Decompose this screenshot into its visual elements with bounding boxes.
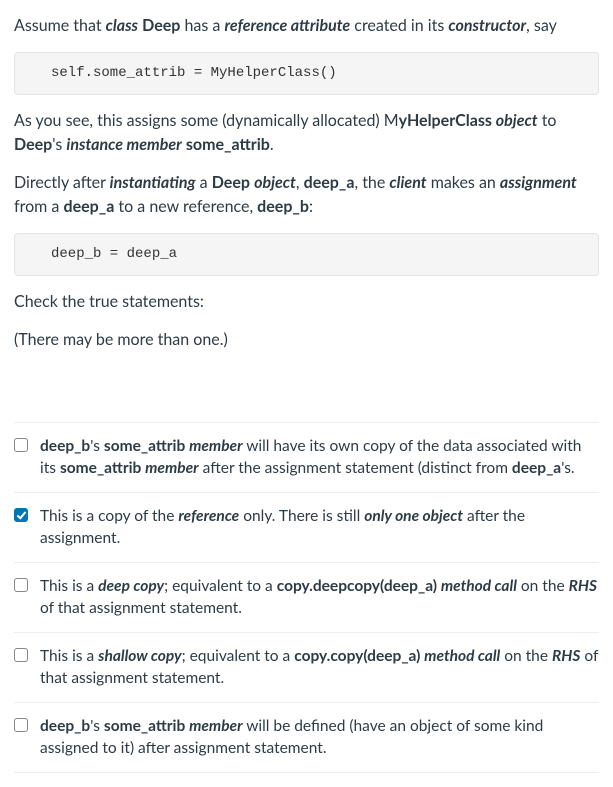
option-row[interactable]: This is a copy of the reference only. Th…	[14, 493, 599, 563]
para-2: As you see, this assigns some (dynamical…	[14, 109, 599, 157]
option-text: This is a deep copy; equivalent to a cop…	[40, 575, 599, 620]
option-row[interactable]: deep_b's some_attrib member will be defi…	[14, 703, 599, 773]
options-list: deep_b's some_attrib member will have it…	[14, 422, 599, 773]
checkbox-icon[interactable]	[14, 438, 28, 452]
option-text: This is a shallow copy; equivalent to a …	[40, 645, 599, 690]
checkbox-icon[interactable]	[14, 648, 28, 662]
option-row[interactable]: This is a deep copy; equivalent to a cop…	[14, 563, 599, 633]
para-3: Directly after instantiating a Deep obje…	[14, 171, 599, 219]
checkbox-icon[interactable]	[14, 578, 28, 592]
code-block-2: deep_b = deep_a	[14, 233, 599, 276]
option-row[interactable]: deep_b's some_attrib member will have it…	[14, 422, 599, 493]
prompt-line-2: (There may be more than one.)	[14, 328, 599, 352]
prompt-line-1: Check the true statements:	[14, 290, 599, 314]
intro-paragraph: Assume that class Deep has a reference a…	[14, 14, 599, 38]
checkbox-icon[interactable]	[14, 718, 28, 732]
option-text: deep_b's some_attrib member will be defi…	[40, 715, 599, 760]
code-block-1: self.some_attrib = MyHelperClass()	[14, 52, 599, 95]
option-row[interactable]: This is a shallow copy; equivalent to a …	[14, 633, 599, 703]
option-text: This is a copy of the reference only. Th…	[40, 505, 599, 550]
option-text: deep_b's some_attrib member will have it…	[40, 435, 599, 480]
checkbox-icon[interactable]	[14, 508, 28, 522]
